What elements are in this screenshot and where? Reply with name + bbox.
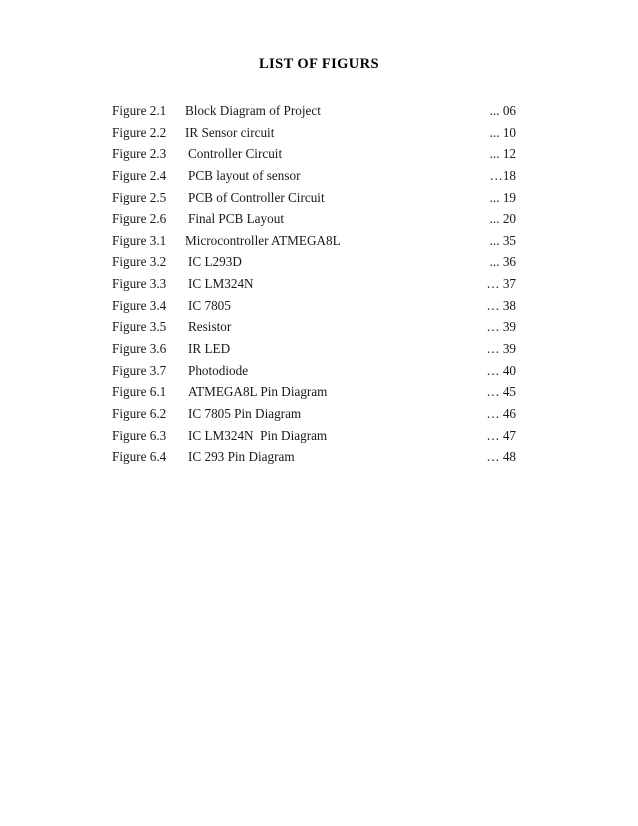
figure-title: Resistor bbox=[188, 319, 232, 335]
figure-row: Figure 3.4 IC 7805 … 38 bbox=[112, 295, 516, 317]
figure-title: Photodiode bbox=[188, 362, 249, 378]
figure-page-number: ... 12 bbox=[489, 146, 516, 162]
figure-label: Figure 3.1 bbox=[112, 232, 167, 248]
figure-label: Figure 2.3 bbox=[112, 146, 167, 162]
figure-label: Figure 3.2 bbox=[112, 254, 167, 270]
figure-row: Figure 6.2 IC 7805 Pin Diagram … 46 bbox=[112, 403, 516, 425]
figure-page-number: … 45 bbox=[486, 384, 516, 400]
figure-row: Figure 3.6 IR LED … 39 bbox=[112, 338, 516, 360]
figure-label: Figure 3.7 bbox=[112, 362, 167, 378]
figure-label: Figure 3.5 bbox=[112, 319, 167, 335]
figure-page-number: … 39 bbox=[486, 319, 516, 335]
figure-label: Figure 6.1 bbox=[112, 384, 167, 400]
figure-row: Figure 3.1 Microcontroller ATMEGA8L ... 35 bbox=[112, 230, 516, 252]
figure-row: Figure 6.1 ATMEGA8L Pin Diagram … 45 bbox=[112, 381, 516, 403]
figure-title: Block Diagram of Project bbox=[185, 103, 321, 118]
figure-label: Figure 2.1 bbox=[112, 103, 167, 118]
figure-row: Figure 6.3 IC LM324N Pin Diagram … 47 bbox=[112, 425, 516, 447]
figure-label: Figure 3.3 bbox=[112, 276, 167, 292]
document-page: LIST OF FIGURS Figure 2.1 Block Diagram o… bbox=[0, 0, 638, 826]
figure-list: Figure 2.1 Block Diagram of Project ... 06… bbox=[112, 100, 516, 468]
figure-title: Microcontroller ATMEGA8L bbox=[185, 232, 341, 248]
figure-page-number: … 37 bbox=[486, 276, 516, 292]
figure-row: Figure 2.5 PCB of Controller Circuit ... 1… bbox=[112, 187, 516, 209]
figure-row: Figure 3.2 IC L293D ... 36 bbox=[112, 251, 516, 273]
figure-title: Controller Circuit bbox=[188, 146, 283, 162]
figure-title: ATMEGA8L Pin Diagram bbox=[188, 384, 328, 400]
figure-page-number: ... 35 bbox=[489, 232, 516, 248]
figure-title: Final PCB Layout bbox=[188, 211, 284, 227]
figure-page-number: ... 20 bbox=[489, 211, 516, 227]
figure-page-number: ... 10 bbox=[489, 124, 516, 140]
figure-label: Figure 6.2 bbox=[112, 405, 167, 421]
figure-row: Figure 2.2 IR Sensor circuit ... 10 bbox=[112, 122, 516, 144]
figure-page-number: … 47 bbox=[486, 427, 516, 443]
figure-row: Figure 2.6 Final PCB Layout ... 20 bbox=[112, 208, 516, 230]
figure-label: Figure 3.6 bbox=[112, 341, 167, 357]
figure-label: Figure 2.2 bbox=[112, 124, 167, 140]
figure-row: Figure 2.1 Block Diagram of Project ... 06 bbox=[112, 100, 516, 122]
figure-title: PCB layout of sensor bbox=[188, 167, 301, 183]
figure-row: Figure 2.3 Controller Circuit ... 12 bbox=[112, 143, 516, 165]
figure-page-number: ... 36 bbox=[489, 254, 516, 270]
figure-title: IC LM324N Pin Diagram bbox=[188, 427, 328, 443]
figure-row: Figure 3.5 Resistor … 39 bbox=[112, 316, 516, 338]
figure-label: Figure 2.4 bbox=[112, 167, 167, 183]
figure-title: PCB of Controller Circuit bbox=[188, 189, 325, 205]
figure-page-number: … 38 bbox=[486, 297, 516, 313]
figure-row: Figure 3.3 IC LM324N … 37 bbox=[112, 273, 516, 295]
figure-title: IC L293D bbox=[188, 254, 242, 270]
figure-label: Figure 6.3 bbox=[112, 427, 167, 443]
figure-title: IR Sensor circuit bbox=[185, 124, 275, 140]
figure-label: Figure 3.4 bbox=[112, 297, 167, 313]
figure-page-number: …18 bbox=[489, 167, 516, 183]
figure-page-number: … 40 bbox=[486, 362, 516, 378]
figure-title: IC LM324N bbox=[188, 276, 254, 292]
figure-title: IR LED bbox=[188, 341, 231, 357]
figure-label: Figure 6.4 bbox=[112, 449, 167, 465]
figure-label: Figure 2.6 bbox=[112, 211, 167, 227]
figure-title: IC 293 Pin Diagram bbox=[188, 449, 295, 465]
figure-page-number: … 48 bbox=[486, 449, 516, 465]
figure-page-number: ... 19 bbox=[489, 189, 516, 205]
figure-page-number: ... 06 bbox=[489, 103, 516, 118]
figure-row: Figure 6.4 IC 293 Pin Diagram … 48 bbox=[112, 446, 516, 468]
figure-row: Figure 3.7 Photodiode … 40 bbox=[112, 360, 516, 382]
figure-row: Figure 2.4 PCB layout of sensor …18 bbox=[112, 165, 516, 187]
figure-label: Figure 2.5 bbox=[112, 189, 167, 205]
figure-title: IC 7805 Pin Diagram bbox=[188, 405, 302, 421]
figure-page-number: … 39 bbox=[486, 341, 516, 357]
figure-title: IC 7805 bbox=[188, 297, 231, 313]
page-title: LIST OF FIGURS bbox=[258, 56, 380, 72]
figure-page-number: … 46 bbox=[486, 405, 516, 421]
